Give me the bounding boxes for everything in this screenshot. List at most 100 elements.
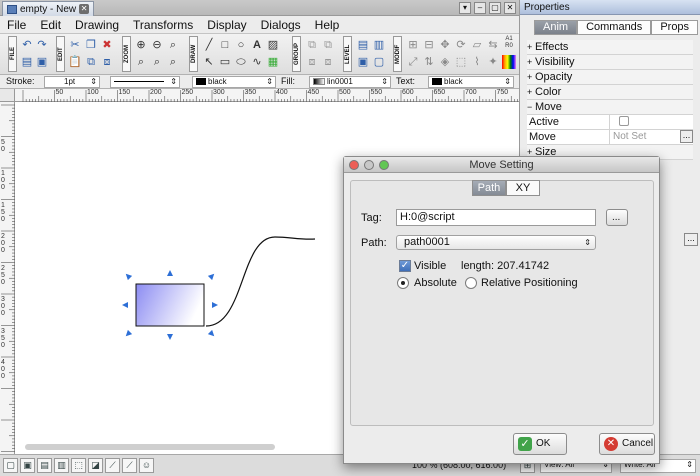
ellipse-tool-icon[interactable]: ○	[234, 38, 248, 52]
move-browse-button[interactable]: ...	[680, 130, 693, 143]
status-tool-2-icon[interactable]: ▣	[20, 458, 35, 473]
flip-icon[interactable]: ⇆	[486, 38, 500, 52]
zoom-page-icon[interactable]: ⌕	[134, 55, 148, 69]
raise-icon[interactable]: ▤	[356, 38, 370, 52]
tag-browse-button[interactable]: ...	[606, 209, 628, 226]
status-tool-7-icon[interactable]: ⟋	[105, 458, 120, 473]
text-tool-icon[interactable]: A	[250, 38, 264, 52]
path-tool-icon[interactable]: ∿	[250, 55, 264, 69]
paste-icon[interactable]: 📋	[68, 55, 82, 69]
tab-props[interactable]: Props	[651, 20, 699, 35]
tab-path[interactable]: Path	[472, 180, 506, 196]
polygon-tool-icon[interactable]: ▦	[266, 55, 280, 69]
copy-icon[interactable]: ❐	[84, 38, 98, 52]
shear-icon[interactable]: ▱	[470, 38, 484, 52]
menu-file[interactable]: File	[0, 18, 33, 32]
absolute-radio[interactable]	[397, 277, 409, 289]
zoom-fit-icon[interactable]: ⌕	[166, 38, 180, 52]
menu-drawing[interactable]: Drawing	[68, 18, 126, 32]
prop-row-move[interactable]: − Move	[527, 100, 693, 115]
cancel-button[interactable]: ✕ Cancel	[599, 433, 655, 455]
line-tool-icon[interactable]: ╱	[202, 38, 216, 52]
tab-close-icon[interactable]: ✕	[79, 4, 90, 14]
active-checkbox[interactable]	[619, 116, 629, 126]
visible-checkbox[interactable]: ✓	[399, 260, 411, 272]
zoom-out-icon[interactable]: ⊖	[150, 38, 164, 52]
redo-icon[interactable]: ↷	[35, 38, 49, 52]
to-bottom-icon[interactable]: ▢	[372, 55, 386, 69]
menu-help[interactable]: Help	[308, 18, 347, 32]
stroke-width-select[interactable]: 1pt ⇕	[44, 76, 100, 88]
minimize-icon[interactable]: –	[474, 2, 486, 14]
close-window-icon[interactable]: ✕	[504, 2, 516, 14]
align-icon[interactable]: ⊞	[406, 38, 420, 52]
tag-input[interactable]: H:0@script	[396, 209, 596, 226]
zoom-in-icon[interactable]: ⊕	[134, 38, 148, 52]
dialog-minimize-icon[interactable]	[364, 160, 374, 170]
status-tool-6-icon[interactable]: ◪	[88, 458, 103, 473]
rect-tool-icon[interactable]: □	[218, 38, 232, 52]
tab-list-icon[interactable]: ▾	[459, 2, 471, 14]
tab-xy[interactable]: XY	[506, 180, 540, 196]
move-icon[interactable]: ✥	[438, 38, 452, 52]
document-tab[interactable]: empty - New ✕	[2, 1, 95, 16]
prop-row-effects[interactable]: + Effects	[527, 40, 693, 55]
rotate-icon[interactable]: ⟳	[454, 38, 468, 52]
color-palette-icon[interactable]	[502, 55, 516, 69]
rounded-rect-tool-icon[interactable]: ▭	[218, 55, 232, 69]
dialog-close-icon[interactable]	[349, 160, 359, 170]
distribute-icon[interactable]: ⊟	[422, 38, 436, 52]
ok-button[interactable]: ✓ OK	[513, 433, 567, 455]
enter-group-icon[interactable]: ⧈	[305, 55, 319, 69]
lower-icon[interactable]: ▥	[372, 38, 386, 52]
tab-anim[interactable]: Anim	[534, 20, 578, 35]
horizontal-scrollbar[interactable]	[25, 444, 275, 450]
prop-row-color[interactable]: + Color	[527, 85, 693, 100]
status-tool-5-icon[interactable]: ⬚	[71, 458, 86, 473]
status-tool-8-icon[interactable]: ⟋	[122, 458, 137, 473]
save-icon[interactable]: ▣	[35, 55, 49, 69]
dialog-zoom-icon[interactable]	[379, 160, 389, 170]
ungroup-icon[interactable]: ⧉	[321, 38, 335, 52]
hidden-row-browse-button[interactable]: ...	[684, 233, 698, 246]
a1-r0-icon[interactable]: A1 R0	[502, 36, 516, 50]
resize-icon[interactable]: ⬚	[454, 55, 468, 69]
stroke-color-select[interactable]: black ⇕	[192, 76, 276, 88]
fill-select[interactable]: lin0001 ⇕	[309, 76, 391, 88]
menu-display[interactable]: Display	[200, 18, 253, 32]
zoom-selection-icon[interactable]: ⌕	[150, 55, 164, 69]
delete-icon[interactable]: ✖	[100, 38, 114, 52]
prop-row-visibility[interactable]: + Visibility	[527, 55, 693, 70]
gradient-rectangle[interactable]	[135, 283, 205, 327]
duplicate-icon[interactable]: ⧉	[84, 55, 98, 69]
select-tool-icon[interactable]: ↖	[202, 55, 216, 69]
prop-row-opacity[interactable]: + Opacity	[527, 70, 693, 85]
group-icon[interactable]: ⧉	[305, 38, 319, 52]
restore-icon[interactable]: ▢	[489, 2, 501, 14]
menu-edit[interactable]: Edit	[33, 18, 68, 32]
effect-icon[interactable]: ✦	[486, 55, 500, 69]
text-color-select[interactable]: black ⇕	[428, 76, 514, 88]
undo-icon[interactable]: ↶	[20, 38, 34, 52]
status-tool-9-icon[interactable]: ☺	[139, 458, 154, 473]
tab-commands[interactable]: Commands	[577, 20, 652, 35]
status-tool-4-icon[interactable]: ▥	[54, 458, 69, 473]
relative-radio[interactable]	[465, 277, 477, 289]
zoom-drawing-icon[interactable]: ⌕	[166, 55, 180, 69]
node-icon[interactable]: ◈	[438, 55, 452, 69]
mirror-icon[interactable]: ⇅	[422, 55, 436, 69]
menu-dialogs[interactable]: Dialogs	[254, 18, 308, 32]
menu-transforms[interactable]: Transforms	[126, 18, 200, 32]
exit-group-icon[interactable]: ⧈	[321, 55, 335, 69]
image-tool-icon[interactable]: ▨	[266, 38, 280, 52]
motion-path[interactable]	[205, 236, 316, 327]
scale-icon[interactable]: ⤢	[406, 55, 420, 69]
path-edit-icon[interactable]: ⌇	[470, 55, 484, 69]
status-tool-1-icon[interactable]: ▢	[3, 458, 18, 473]
clone-icon[interactable]: ⧈	[100, 55, 114, 69]
oval-tool-icon[interactable]: ⬭	[234, 55, 248, 69]
open-icon[interactable]: ▤	[20, 55, 34, 69]
status-tool-3-icon[interactable]: ▤	[37, 458, 52, 473]
to-top-icon[interactable]: ▣	[356, 55, 370, 69]
cut-icon[interactable]: ✂	[68, 38, 82, 52]
